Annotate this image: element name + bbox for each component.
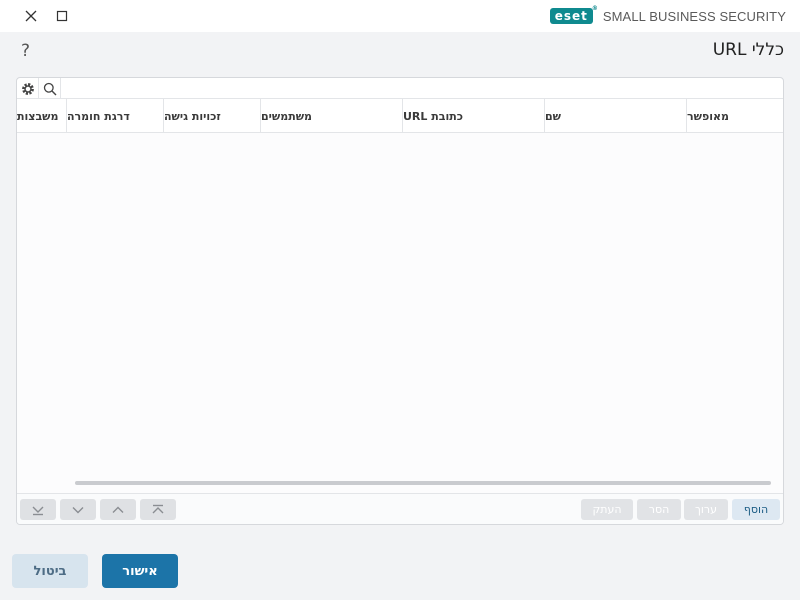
remove-button[interactable]: הסר bbox=[637, 499, 681, 520]
url-rules-panel: מאופשר שם כתובת URL משתמשים זכויות גישה … bbox=[16, 77, 784, 525]
maximize-window-button[interactable] bbox=[52, 6, 72, 26]
registered-mark: ® bbox=[591, 5, 599, 12]
column-header-url[interactable]: כתובת URL bbox=[403, 99, 545, 133]
move-to-top-icon bbox=[152, 504, 164, 513]
cancel-button[interactable]: ביטול bbox=[12, 554, 88, 588]
move-to-top-button[interactable] bbox=[140, 499, 176, 520]
column-header-users[interactable]: משתמשים bbox=[261, 99, 403, 133]
column-header-time-slots[interactable]: משבצות bbox=[17, 99, 67, 133]
column-header-enabled[interactable]: מאופשר bbox=[687, 99, 783, 133]
move-up-button[interactable] bbox=[100, 499, 136, 520]
add-button[interactable]: הוסף bbox=[732, 499, 780, 520]
column-header-access-rights[interactable]: זכויות גישה bbox=[164, 99, 261, 133]
horizontal-scrollbar[interactable] bbox=[75, 481, 771, 485]
move-to-bottom-button[interactable] bbox=[20, 499, 56, 520]
close-icon bbox=[25, 10, 37, 22]
copy-button[interactable]: העתק bbox=[581, 499, 633, 520]
eset-logo: eset ® bbox=[549, 5, 598, 24]
move-to-bottom-icon bbox=[32, 506, 44, 515]
help-icon[interactable]: ? bbox=[21, 41, 30, 61]
product-name: SMALL BUSINESS SECURITY bbox=[602, 8, 786, 24]
table-header: מאופשר שם כתובת URL משתמשים זכויות גישה … bbox=[17, 99, 783, 133]
table-footer: העתק הסר ערוך הוסף bbox=[17, 493, 783, 524]
eset-logo-text: eset bbox=[554, 9, 588, 23]
brand: eset ® SMALL BUSINESS SECURITY bbox=[549, 5, 786, 25]
table-toolbar bbox=[17, 78, 783, 99]
page-title: כללי URL bbox=[712, 40, 784, 60]
gear-icon bbox=[21, 82, 34, 95]
search-icon bbox=[43, 82, 56, 95]
search-button[interactable] bbox=[39, 78, 61, 99]
close-window-button[interactable] bbox=[21, 6, 41, 26]
column-header-severity[interactable]: דרגת חומרה bbox=[67, 99, 164, 133]
column-header-name[interactable]: שם bbox=[545, 99, 687, 133]
move-down-button[interactable] bbox=[60, 499, 96, 520]
move-up-icon bbox=[112, 506, 124, 513]
edit-button[interactable]: ערוך bbox=[684, 499, 728, 520]
table-body bbox=[17, 133, 783, 495]
maximize-icon bbox=[56, 10, 68, 22]
column-settings-button[interactable] bbox=[17, 78, 39, 99]
move-down-icon bbox=[72, 506, 84, 513]
title-bar: eset ® SMALL BUSINESS SECURITY bbox=[0, 0, 800, 32]
ok-button[interactable]: אישור bbox=[102, 554, 178, 588]
